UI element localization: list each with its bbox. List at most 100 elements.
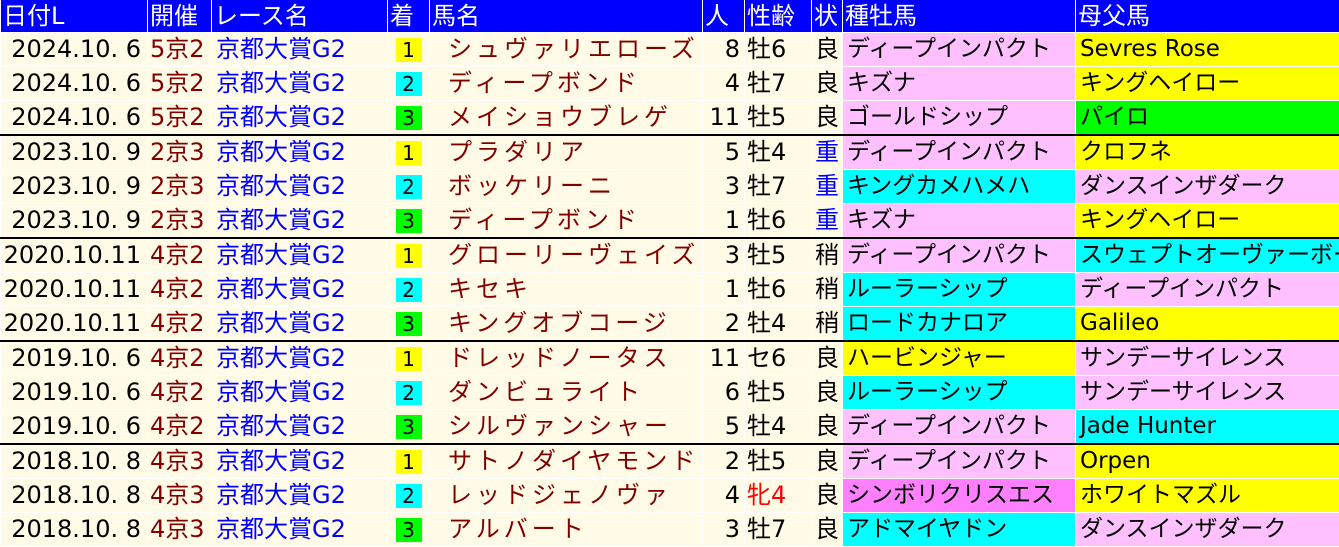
header-sex-age[interactable]: 性齢 xyxy=(745,0,812,33)
race-name-cell: 京都大賞G2 xyxy=(212,273,388,307)
sire-cell: シンボリクリスエス xyxy=(843,479,1076,513)
popularity-cell: 2 xyxy=(703,444,745,479)
table-row[interactable]: 2024.10. 65京2京都大賞G23メイショウブレゲ11牡5良ゴールドシップ… xyxy=(1,101,1339,136)
place-cell: 3 xyxy=(388,101,430,136)
horse-name-cell: ダンビュライト xyxy=(430,376,703,410)
header-date[interactable]: 日付L xyxy=(1,0,148,33)
header-popularity[interactable]: 人 xyxy=(703,0,745,33)
sex-age-cell: 牡6 xyxy=(745,33,812,67)
broodmare-sire-cell: キングヘイロー xyxy=(1076,67,1339,101)
sire-cell: ディープインパクト xyxy=(843,33,1076,67)
table-row[interactable]: 2018.10. 84京3京都大賞G21サトノダイヤモンド2牡5良ディープインパ… xyxy=(1,444,1339,479)
popularity-cell: 11 xyxy=(703,341,745,376)
sex-age-cell: 牡4 xyxy=(745,410,812,445)
broodmare-sire-cell: ダンスインザダーク xyxy=(1076,170,1339,204)
place-cell: 3 xyxy=(388,513,430,547)
sire-cell: ディープインパクト xyxy=(843,410,1076,445)
race-name-cell: 京都大賞G2 xyxy=(212,67,388,101)
popularity-cell: 2 xyxy=(703,307,745,342)
kaisai-cell: 4京2 xyxy=(148,376,212,410)
popularity-cell: 3 xyxy=(703,238,745,273)
place-cell: 2 xyxy=(388,376,430,410)
sex-age-cell: 牡5 xyxy=(745,444,812,479)
place-cell: 2 xyxy=(388,273,430,307)
header-place[interactable]: 着 xyxy=(388,0,430,33)
popularity-cell: 4 xyxy=(703,479,745,513)
sire-cell: キングカメハメハ xyxy=(843,170,1076,204)
race-name-cell: 京都大賞G2 xyxy=(212,101,388,136)
broodmare-sire-cell: クロフネ xyxy=(1076,135,1339,170)
table-row[interactable]: 2024.10. 65京2京都大賞G22ディープボンド4牡7良キズナキングヘイロ… xyxy=(1,67,1339,101)
sex-age-cell: 牝4 xyxy=(745,479,812,513)
table-row[interactable]: 2024.10. 65京2京都大賞G21シュヴァリエローズ8牡6良ディープインパ… xyxy=(1,33,1339,67)
broodmare-sire-cell: ホワイトマズル xyxy=(1076,479,1339,513)
sex-age-cell: 牡6 xyxy=(745,273,812,307)
header-track-condition[interactable]: 状 xyxy=(812,0,843,33)
date-cell: 2019.10. 6 xyxy=(1,410,148,445)
date-cell: 2019.10. 6 xyxy=(1,376,148,410)
table-row[interactable]: 2023.10. 92京3京都大賞G22ボッケリーニ3牡7重キングカメハメハダン… xyxy=(1,170,1339,204)
place-cell: 2 xyxy=(388,170,430,204)
header-broodmare-sire[interactable]: 母父馬 xyxy=(1076,0,1339,33)
track-condition-cell: 良 xyxy=(812,376,843,410)
horse-name-cell: ドレッドノータス xyxy=(430,341,703,376)
table-row[interactable]: 2023.10. 92京3京都大賞G21プラダリア5牡4重ディープインパクトクロ… xyxy=(1,135,1339,170)
table-body: 2024.10. 65京2京都大賞G21シュヴァリエローズ8牡6良ディープインパ… xyxy=(1,33,1339,547)
place-badge: 3 xyxy=(396,209,422,233)
horse-name-cell: ディープボンド xyxy=(430,204,703,239)
table-row[interactable]: 2019.10. 64京2京都大賞G23シルヴァンシャー5牡4良ディープインパク… xyxy=(1,410,1339,445)
kaisai-cell: 4京2 xyxy=(148,410,212,445)
track-condition-cell: 良 xyxy=(812,513,843,547)
header-race-name[interactable]: レース名 xyxy=(212,0,388,33)
broodmare-sire-cell: Galileo xyxy=(1076,307,1339,342)
popularity-cell: 3 xyxy=(703,170,745,204)
place-cell: 3 xyxy=(388,204,430,239)
place-badge: 3 xyxy=(396,415,422,439)
track-condition-cell: 稍 xyxy=(812,238,843,273)
date-cell: 2020.10.11 xyxy=(1,238,148,273)
race-name-cell: 京都大賞G2 xyxy=(212,33,388,67)
popularity-cell: 5 xyxy=(703,135,745,170)
track-condition-cell: 稍 xyxy=(812,273,843,307)
sire-cell: ディープインパクト xyxy=(843,238,1076,273)
place-badge: 2 xyxy=(396,72,422,96)
place-cell: 1 xyxy=(388,238,430,273)
popularity-cell: 6 xyxy=(703,376,745,410)
table-row[interactable]: 2020.10.114京2京都大賞G23キングオブコージ2牡4稍ロードカナロアG… xyxy=(1,307,1339,342)
popularity-cell: 1 xyxy=(703,204,745,239)
broodmare-sire-cell: Sevres Rose xyxy=(1076,33,1339,67)
header-horse-name[interactable]: 馬名 xyxy=(430,0,703,33)
place-cell: 3 xyxy=(388,307,430,342)
track-condition-cell: 良 xyxy=(812,67,843,101)
table-row[interactable]: 2020.10.114京2京都大賞G21グローリーヴェイズ3牡5稍ディープインパ… xyxy=(1,238,1339,273)
sire-cell: ディープインパクト xyxy=(843,135,1076,170)
date-cell: 2023.10. 9 xyxy=(1,204,148,239)
table-row[interactable]: 2018.10. 84京3京都大賞G23アルバート3牡7良アドマイヤドンダンスイ… xyxy=(1,513,1339,547)
kaisai-cell: 4京2 xyxy=(148,307,212,342)
sire-cell: ルーラーシップ xyxy=(843,376,1076,410)
table-row[interactable]: 2019.10. 64京2京都大賞G21ドレッドノータス11セ6良ハービンジャー… xyxy=(1,341,1339,376)
kaisai-cell: 5京2 xyxy=(148,33,212,67)
track-condition-cell: 重 xyxy=(812,170,843,204)
track-condition-cell: 良 xyxy=(812,444,843,479)
sex-age-cell: 牡5 xyxy=(745,238,812,273)
track-condition-cell: 良 xyxy=(812,479,843,513)
header-sire[interactable]: 種牡馬 xyxy=(843,0,1076,33)
track-condition-cell: 良 xyxy=(812,33,843,67)
horse-name-cell: プラダリア xyxy=(430,135,703,170)
broodmare-sire-cell: パイロ xyxy=(1076,101,1339,136)
table-row[interactable]: 2020.10.114京2京都大賞G22キセキ1牡6稍ルーラーシップディープイン… xyxy=(1,273,1339,307)
sex-age-cell: 牡7 xyxy=(745,67,812,101)
table-row[interactable]: 2023.10. 92京3京都大賞G23ディープボンド1牡6重キズナキングヘイロ… xyxy=(1,204,1339,239)
sex-age-cell: 牡5 xyxy=(745,376,812,410)
sex-age-cell: 牡4 xyxy=(745,135,812,170)
track-condition-cell: 重 xyxy=(812,135,843,170)
kaisai-cell: 4京2 xyxy=(148,238,212,273)
race-name-cell: 京都大賞G2 xyxy=(212,238,388,273)
kaisai-cell: 4京2 xyxy=(148,341,212,376)
race-name-cell: 京都大賞G2 xyxy=(212,410,388,445)
header-kaisai[interactable]: 開催 xyxy=(148,0,212,33)
date-cell: 2020.10.11 xyxy=(1,273,148,307)
table-row[interactable]: 2019.10. 64京2京都大賞G22ダンビュライト6牡5良ルーラーシップサン… xyxy=(1,376,1339,410)
table-row[interactable]: 2018.10. 84京3京都大賞G22レッドジェノヴァ4牝4良シンボリクリスエ… xyxy=(1,479,1339,513)
